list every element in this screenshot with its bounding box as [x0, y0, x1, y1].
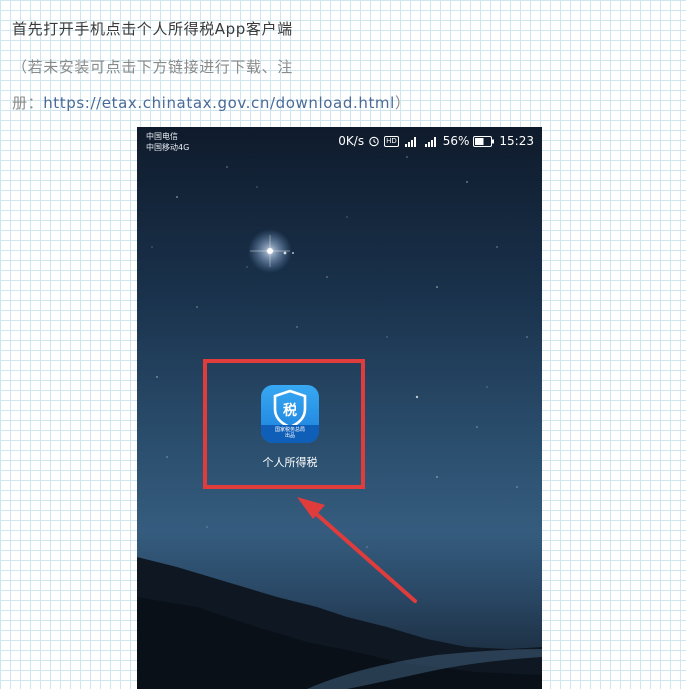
article-line-3: 册：https://etax.chinatax.gov.cn/download.…	[12, 92, 411, 113]
phone-screenshot: 中国电信 中国移动4G 0K/s HD 56% 15:23 税 国家税务总局 出…	[137, 127, 542, 689]
article-line-3-suffix: ）	[394, 94, 411, 112]
red-arrow-icon	[297, 497, 417, 603]
article-line-3-prefix: 册：	[12, 94, 44, 112]
download-link[interactable]: https://etax.chinatax.gov.cn/download.ht…	[43, 94, 395, 112]
article-line-2: （若未安装可点击下方链接进行下载、注	[12, 58, 293, 76]
article-line-1: 首先打开手机点击个人所得税App客户端	[12, 20, 293, 38]
